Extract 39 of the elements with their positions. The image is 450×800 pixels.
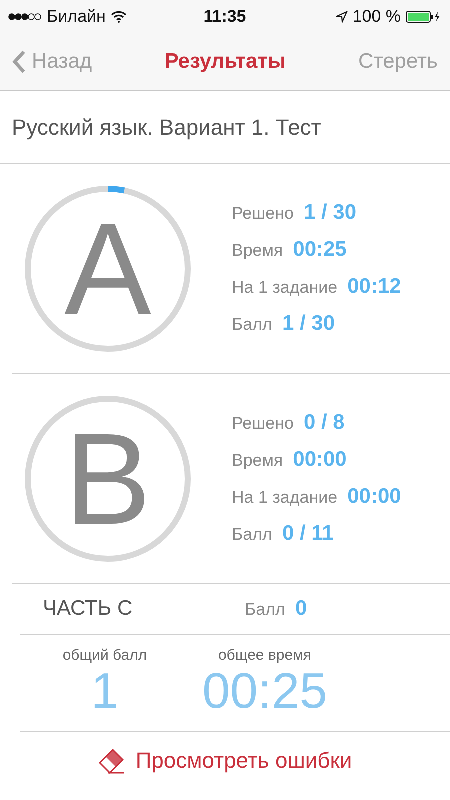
eraser-icon [98,748,126,774]
stat-label: Балл [232,315,272,335]
total-label: общее время [218,647,312,664]
stat-label: Балл [232,525,272,545]
part-letter: A [64,204,152,334]
review-errors-button[interactable]: Просмотреть ошибки [98,744,352,778]
signal-icon [8,13,42,21]
stat-label: Балл [245,600,286,620]
stat-value: 0 / 8 [304,411,345,435]
part-letter: B [64,414,152,544]
location-icon [336,11,348,23]
test-title: Русский язык. Вариант 1. Тест [0,91,450,164]
battery-icon [406,11,442,23]
stat-value: 00:00 [348,485,402,509]
clear-button[interactable]: Стереть [358,46,438,78]
status-time: 11:35 [204,7,246,27]
stat-value: 00:12 [348,275,402,299]
stat-value: 1 / 30 [282,312,335,336]
stat-label: Время [232,451,284,471]
stat-value: 00:25 [293,238,347,262]
total-label: общий балл [62,647,148,664]
total-value: 00:25 [202,664,328,719]
stat-label: Время [232,241,284,261]
stat-value: 00:00 [293,448,347,472]
stat-label: На 1 задание [232,488,338,508]
stat-value: 0 / 11 [282,522,334,546]
stat-label: Решено [232,414,294,434]
stat-label: Решено [232,204,294,224]
stat-value: 0 [295,597,308,621]
stat-label: На 1 задание [232,278,338,298]
wifi-icon [110,11,127,23]
part-title: ЧАСТЬ С [42,597,134,621]
total-value: 1 [91,664,119,719]
carrier-name: Билайн [47,7,106,27]
stat-value: 1 / 30 [304,201,357,225]
back-button[interactable]: Назад [12,46,92,78]
screen-title: Результаты [164,50,286,74]
battery-percent: 100 % [352,7,401,27]
chevron-icon [12,50,26,74]
